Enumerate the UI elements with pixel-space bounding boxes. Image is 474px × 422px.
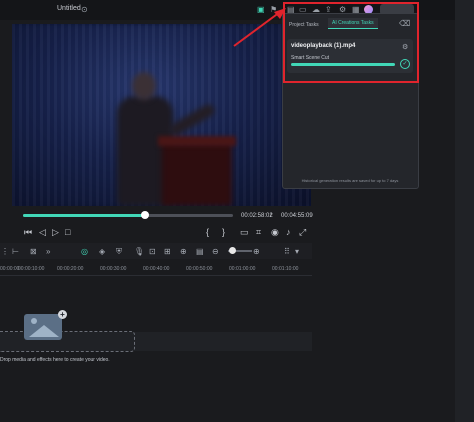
audio-icon[interactable]: ♪ bbox=[286, 227, 291, 237]
sync-status-icon: ⊙ bbox=[81, 5, 88, 14]
mark-in-icon[interactable]: { bbox=[206, 227, 209, 237]
more-tools-icon[interactable]: » bbox=[46, 247, 50, 257]
layout-icon[interactable]: ⠿ bbox=[284, 247, 290, 257]
playhead-knob[interactable] bbox=[141, 211, 149, 219]
split-icon[interactable]: ⋮ bbox=[1, 247, 9, 257]
step-back-icon[interactable]: ◁ bbox=[39, 227, 46, 237]
display-icon[interactable]: ▭ bbox=[240, 227, 249, 237]
fullscreen-icon[interactable]: ⤢ bbox=[299, 227, 306, 237]
media-drop-zone[interactable] bbox=[0, 331, 135, 352]
video-preview[interactable] bbox=[12, 24, 311, 206]
zoom-in-icon[interactable]: ⊕ bbox=[253, 247, 260, 257]
chevron-down-icon[interactable]: ▾ bbox=[295, 247, 299, 257]
ruler-label: 00:00:00 bbox=[0, 266, 20, 272]
annotation-arrow bbox=[233, 8, 286, 47]
crop-icon[interactable]: ⌗ bbox=[256, 227, 261, 237]
previous-frame-icon[interactable]: ⏮ bbox=[24, 227, 32, 237]
crop-tool-icon[interactable]: ⊠ bbox=[30, 247, 37, 257]
annotation-highlight-box bbox=[283, 2, 419, 83]
stop-icon[interactable]: □ bbox=[65, 227, 70, 237]
ruler-label: 00:01:00:00 bbox=[229, 266, 256, 272]
mic-icon[interactable]: 🎙 bbox=[134, 247, 144, 257]
zoom-out-icon[interactable]: ⊖ bbox=[212, 247, 219, 257]
marker-icon[interactable]: ◈ bbox=[99, 247, 105, 257]
trim-icon[interactable]: ⊢ bbox=[12, 247, 19, 257]
playback-progress bbox=[23, 214, 145, 217]
shield-icon[interactable]: ⛨ bbox=[116, 247, 122, 257]
zoom-slider-knob[interactable] bbox=[229, 247, 236, 254]
audio-mix-icon[interactable]: ⊞ bbox=[164, 247, 171, 257]
ruler-label: 00:00:50:00 bbox=[186, 266, 213, 272]
subtitle-icon[interactable]: ▤ bbox=[196, 247, 204, 257]
ruler-label: 00:00:20:00 bbox=[57, 266, 84, 272]
ai-tool-icon[interactable]: ◎ bbox=[81, 247, 88, 257]
voiceover-icon[interactable]: ⊕ bbox=[180, 247, 187, 257]
project-title: Untitled bbox=[57, 5, 81, 12]
snapshot-icon[interactable]: ◉ bbox=[271, 227, 279, 237]
text-tool-icon[interactable]: ⊡ bbox=[149, 247, 156, 257]
ruler-label: 00:00:40:00 bbox=[143, 266, 170, 272]
mark-out-icon[interactable]: } bbox=[222, 227, 225, 237]
ruler-label: 00:01:10:00 bbox=[272, 266, 299, 272]
play-icon[interactable]: ▷ bbox=[52, 227, 59, 237]
drop-hint: Drop media and effects here to create yo… bbox=[0, 357, 110, 363]
add-media-icon[interactable]: + bbox=[58, 310, 67, 319]
right-panel-edge bbox=[455, 0, 474, 422]
total-time: 00:04:55:09 bbox=[281, 213, 313, 219]
ruler-label: 00:00:30:00 bbox=[100, 266, 127, 272]
ruler-label: 00:00:10:00 bbox=[18, 266, 45, 272]
current-time: 00:02:58:02 bbox=[241, 213, 273, 219]
history-note: Historical generation results are saved … bbox=[301, 178, 399, 183]
